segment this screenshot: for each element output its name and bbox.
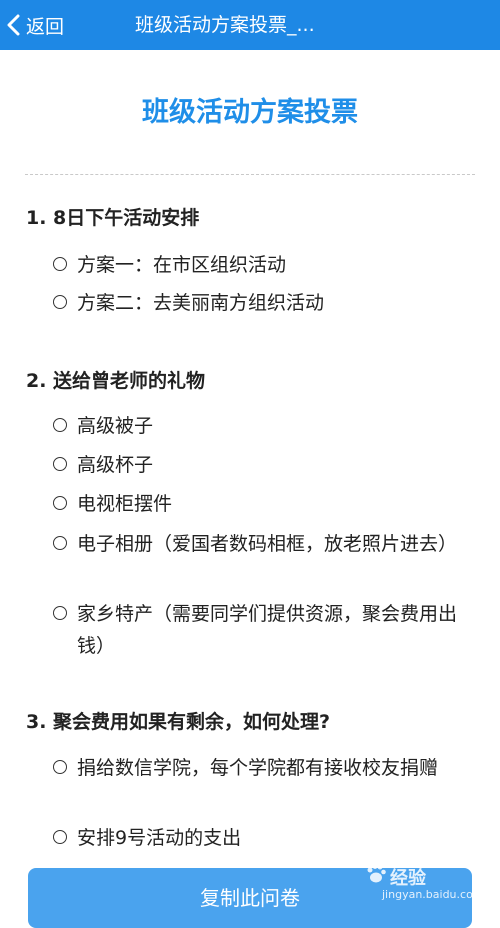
divider (25, 174, 475, 175)
option-label: 高级被子 (77, 415, 154, 437)
q2-option-1[interactable]: 高级被子 (53, 410, 473, 442)
radio-icon[interactable] (53, 830, 67, 844)
radio-icon[interactable] (53, 496, 67, 510)
option-label: 方案二：去美丽南方组织活动 (77, 292, 325, 314)
question-3-label: 3. 聚会费用如果有剩余，如何处理? (26, 711, 331, 733)
radio-icon[interactable] (53, 257, 67, 271)
radio-icon[interactable] (53, 457, 67, 471)
q2-option-3[interactable]: 电视柜摆件 (53, 488, 473, 520)
paw-icon (367, 864, 386, 883)
q2-option-5[interactable]: 家乡特产（需要同学们提供资源，聚会费用出钱） (53, 598, 473, 662)
radio-icon[interactable] (53, 536, 67, 550)
q1-option-1[interactable]: 方案一：在市区组织活动 (53, 249, 473, 281)
question-1-label: 1. 8日下午活动安排 (26, 207, 200, 229)
top-nav-bar: 返回 班级活动方案投票_... (0, 0, 500, 50)
option-label: 电子相册（爱国者数码相框，放老照片进去） (77, 533, 458, 555)
q3-option-1[interactable]: 捐给数信学院，每个学院都有接收校友捐赠 (53, 752, 473, 784)
option-label: 电视柜摆件 (77, 493, 173, 515)
q2-option-4[interactable]: 电子相册（爱国者数码相框，放老照片进去） (53, 528, 473, 560)
back-button[interactable]: 返回 (6, 0, 64, 50)
back-label: 返回 (26, 15, 65, 38)
option-label: 方案一：在市区组织活动 (77, 254, 287, 276)
q1-option-2[interactable]: 方案二：去美丽南方组织活动 (53, 287, 473, 319)
radio-icon[interactable] (53, 760, 67, 774)
option-label: 高级杯子 (77, 454, 154, 476)
radio-icon[interactable] (53, 295, 67, 309)
q2-option-2[interactable]: 高级杯子 (53, 449, 473, 481)
question-2-label: 2. 送给曾老师的礼物 (26, 370, 206, 392)
q3-option-2[interactable]: 安排9号活动的支出 (53, 822, 473, 854)
option-label: 安排9号活动的支出 (77, 827, 242, 849)
option-label: 捐给数信学院，每个学院都有接收校友捐赠 (77, 757, 439, 779)
page-title: 班级活动方案投票_... (135, 14, 315, 36)
watermark-url: jingyan.baidu.com (382, 888, 484, 901)
option-label: 家乡特产（需要同学们提供资源，聚会费用出钱） (77, 603, 458, 657)
baidu-watermark: 经验 jingyan.baidu.com (360, 858, 490, 908)
watermark-logo: 经验 (390, 868, 426, 889)
survey-title: 班级活动方案投票 (142, 97, 358, 128)
chevron-left-icon (7, 14, 20, 36)
radio-icon[interactable] (53, 418, 67, 432)
radio-icon[interactable] (53, 606, 67, 620)
